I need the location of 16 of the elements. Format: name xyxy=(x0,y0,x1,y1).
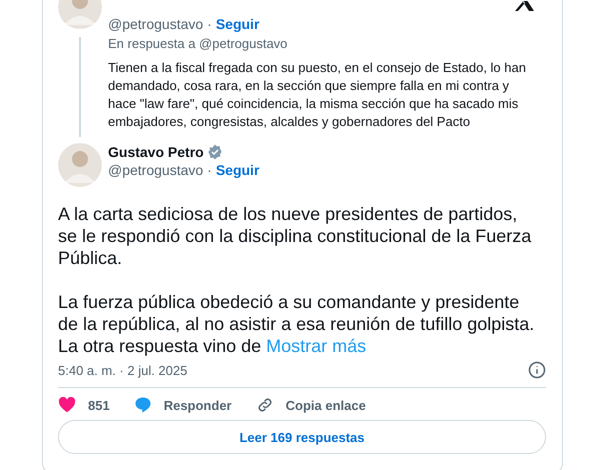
separator-dot: · xyxy=(207,15,212,33)
user-handle: @petrogustavo xyxy=(108,15,204,33)
follow-link[interactable]: Seguir xyxy=(216,15,260,33)
tweet-text: A la carta sediciosa de los nueve presidentes de partidos, se le respondió con la disciplina constitucional de la Fuerza Pública. xyxy=(58,203,532,269)
like-button[interactable]: 851 xyxy=(58,397,110,413)
timestamp[interactable]: 5:40 a. m. · 2 jul. 2025 xyxy=(58,362,188,378)
display-name: Gustavo Petro xyxy=(108,143,204,161)
tweet-text: La fuerza pública obedeció a su comandante y presidente de la república, al no asistir a esa reunión de tufillo golpista. La otra respuesta vino de Mostrar más xyxy=(58,291,536,357)
separator-dot: · xyxy=(207,161,212,179)
reply-button[interactable]: Responder xyxy=(134,396,232,414)
user-handle: @petrogustavo xyxy=(108,161,204,179)
copy-button[interactable]: Copia enlace xyxy=(256,396,366,414)
in-reply-to: En respuesta a @petrogustavo xyxy=(108,35,288,53)
reply-tweet-text: Tienen a la fiscal fregada con su puesto, en el consejo de Estado, lo han demandado, cosa rara, en la sección que siempre falla en mi contra y hace "law fare", qué coincidencia, la misma sección que ha sacado mis embajadores, congresistas, alcaldes y gobernadores del Pacto xyxy=(108,59,527,131)
follow-link[interactable]: Seguir xyxy=(216,161,260,179)
read-replies-button[interactable]: Leer 169 respuestas xyxy=(58,420,546,454)
